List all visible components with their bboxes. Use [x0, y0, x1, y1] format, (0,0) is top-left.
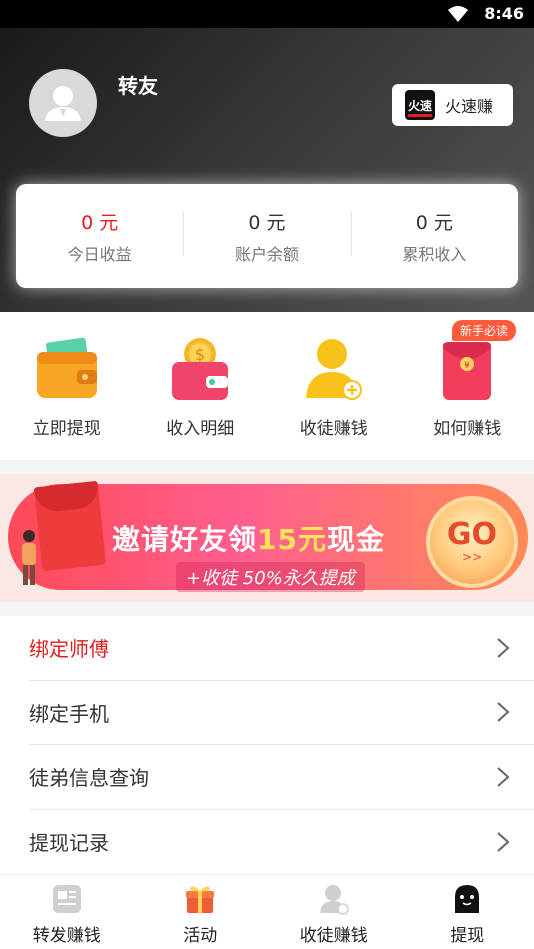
news-icon [52, 885, 81, 913]
menu-item-apprentice-info[interactable]: 徒弟信息查询 [29, 745, 534, 810]
chevron-right-icon [497, 832, 510, 852]
person-illustration [22, 530, 36, 585]
tab-withdraw[interactable]: 提现 [401, 875, 534, 949]
svg-text:$: $ [195, 345, 205, 364]
partner-name: 火速赚 [445, 97, 494, 116]
earnings-value: 0 元 [81, 211, 119, 234]
earnings-total: 0 元 累积收入 [350, 184, 518, 288]
username: 转友 [118, 74, 158, 98]
gift-icon [186, 886, 215, 913]
go-label: GO [446, 517, 498, 552]
wallet-icon [36, 337, 97, 398]
chevron-right-icon [497, 767, 510, 787]
menu-item-label: 绑定手机 [29, 701, 109, 726]
avatar[interactable] [29, 69, 97, 137]
ghost-icon [455, 885, 480, 913]
earnings-label: 累积收入 [402, 244, 467, 264]
tab-share-earn[interactable]: 转发赚钱 [0, 875, 134, 949]
earnings-value: 0 元 [415, 211, 453, 234]
status-time: 8:46 [484, 4, 524, 23]
earnings-value: 0 元 [248, 211, 286, 234]
red-envelope-icon: ¥ [443, 342, 492, 400]
go-button[interactable]: GO >> [426, 496, 518, 588]
menu-item-bind-phone[interactable]: 绑定手机 [29, 681, 534, 745]
bottom-tab-bar: 转发赚钱 活动 收徒赚钱 提现 [0, 874, 534, 949]
wifi-icon [448, 6, 468, 22]
menu-item-withdraw-history[interactable]: 提现记录 [29, 810, 534, 875]
tab-activity[interactable]: 活动 [134, 875, 268, 949]
banner-subtitle: +收徒 50%永久提成 [176, 562, 365, 592]
coin-wallet-icon: $ [172, 338, 229, 400]
tab-label: 转发赚钱 [32, 926, 101, 946]
quick-action-income-detail[interactable]: $ 收入明细 [134, 312, 268, 460]
banner-title-highlight: 15元 [257, 523, 327, 556]
quick-action-how-to-earn[interactable]: 新手必读 ¥ 如何赚钱 [401, 312, 534, 460]
user-icon [319, 885, 349, 915]
banner-title-suffix: 现金 [326, 523, 385, 556]
tab-label: 活动 [183, 926, 218, 946]
earnings-today: 0 元 今日收益 [16, 184, 183, 288]
quick-action-recruit[interactable]: 收徒赚钱 [267, 312, 401, 460]
earnings-balance: 0 元 账户余额 [183, 184, 350, 288]
add-user-icon [305, 339, 362, 400]
quick-action-label: 收入明细 [166, 419, 235, 439]
quick-action-label: 收徒赚钱 [299, 419, 368, 439]
chevron-right-icon [497, 638, 510, 658]
tab-label: 提现 [450, 926, 485, 946]
chevron-right-icon [497, 702, 510, 722]
tab-recruit-earn[interactable]: 收徒赚钱 [267, 875, 401, 949]
quick-action-withdraw[interactable]: 立即提现 [0, 312, 134, 460]
earnings-card: 0 元 今日收益 0 元 账户余额 0 元 累积收入 [16, 184, 518, 288]
menu-item-label: 绑定师傅 [29, 637, 109, 662]
partner-logo: 火速 [405, 90, 435, 120]
quick-action-label: 立即提现 [32, 419, 101, 439]
partner-badge[interactable]: 火速 火速赚 [392, 84, 513, 126]
menu-item-label: 徒弟信息查询 [29, 766, 149, 791]
menu-item-label: 提现记录 [29, 831, 109, 856]
tab-label: 收徒赚钱 [299, 926, 368, 946]
settings-menu: 绑定师傅 绑定手机 徒弟信息查询 提现记录 [0, 616, 534, 874]
status-bar: 8:46 [0, 0, 534, 28]
red-envelope-illustration [33, 480, 107, 572]
quick-actions: 立即提现 $ 收入明细 收徒赚钱 新手必读 ¥ 如何赚钱 [0, 312, 534, 460]
banner-title: 邀请好友领15元现金 [112, 518, 385, 558]
go-arrows: >> [461, 550, 483, 564]
banner-title-prefix: 邀请好友领 [112, 523, 258, 556]
invite-banner[interactable]: 邀请好友领15元现金 +收徒 50%永久提成 GO >> [0, 474, 534, 602]
svg-text:¥: ¥ [464, 361, 470, 371]
earnings-label: 账户余额 [234, 244, 299, 264]
default-avatar-icon [45, 86, 81, 121]
quick-action-label: 如何赚钱 [433, 419, 502, 439]
menu-item-bind-master[interactable]: 绑定师傅 [29, 616, 534, 681]
earnings-label: 今日收益 [67, 244, 132, 264]
